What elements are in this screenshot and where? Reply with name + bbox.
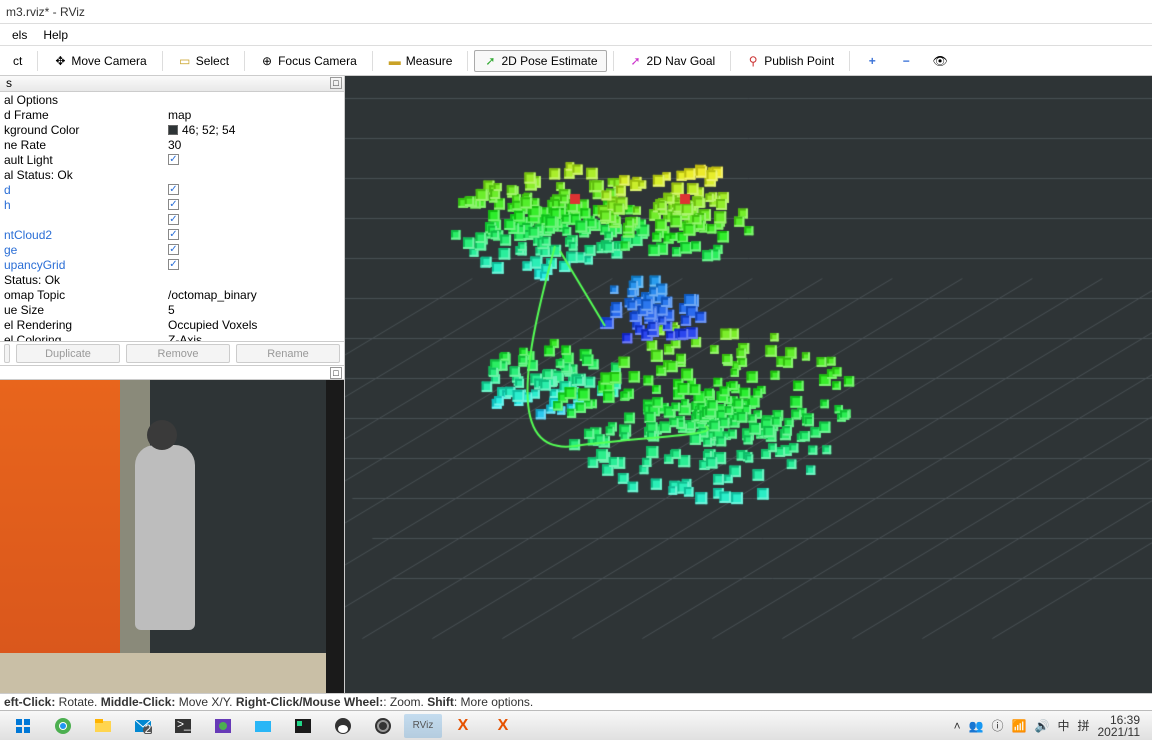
- prop-value[interactable]: /octomap_binary: [168, 288, 344, 302]
- remove-display-button[interactable]: Remove: [126, 344, 230, 363]
- checkbox[interactable]: ✓: [168, 244, 179, 255]
- rviz-icon[interactable]: RViz: [404, 714, 442, 738]
- explorer-icon[interactable]: [84, 714, 122, 738]
- clock[interactable]: 16:39 2021/11: [1098, 714, 1141, 738]
- focus-camera-button[interactable]: ⊕Focus Camera: [251, 50, 366, 72]
- app-icon[interactable]: [204, 714, 242, 738]
- obs-icon[interactable]: [364, 714, 402, 738]
- move-icon: ✥: [53, 54, 67, 68]
- measure-button[interactable]: ▬Measure: [379, 50, 462, 72]
- nav-goal-button[interactable]: ➚2D Nav Goal: [620, 50, 725, 72]
- menu-panels[interactable]: els: [4, 26, 35, 44]
- close-icon[interactable]: □: [330, 367, 342, 379]
- pose-estimate-button[interactable]: ➚2D Pose Estimate: [474, 50, 606, 72]
- tray-chevron-icon[interactable]: ˄: [954, 719, 961, 733]
- svg-text:2: 2: [145, 722, 152, 734]
- publish-point-button[interactable]: ⚲Publish Point: [737, 50, 843, 72]
- prop-label: el Coloring: [4, 333, 168, 343]
- system-tray[interactable]: ˄ 👥 ⓘ 📶 🔊 中 拼 16:39 2021/11: [954, 714, 1148, 738]
- prop-label: al Options: [4, 93, 168, 107]
- chrome-icon[interactable]: [44, 714, 82, 738]
- status-bar: eft-Click: Rotate. Middle-Click: Move X/…: [0, 693, 1152, 710]
- prop-label: h: [4, 198, 168, 212]
- rename-button[interactable]: Rename: [236, 344, 340, 363]
- select-icon: ▭: [178, 54, 192, 68]
- prop-label: upancyGrid: [4, 258, 168, 272]
- prop-label: ntCloud2: [4, 228, 168, 242]
- window-title: m3.rviz* - RViz: [6, 5, 85, 19]
- pin-icon: ⚲: [746, 54, 760, 68]
- app-icon[interactable]: [244, 714, 282, 738]
- displays-panel: s □ al Options d Framemap kground Color4…: [0, 76, 345, 693]
- plus-icon: +: [865, 54, 879, 68]
- prop-value[interactable]: Occupied Voxels: [168, 318, 344, 332]
- eye-button[interactable]: 👁: [924, 50, 956, 72]
- checkbox[interactable]: ✓: [168, 184, 179, 195]
- pointcloud-render: [345, 76, 1152, 693]
- prop-label: ault Light: [4, 153, 168, 167]
- remove-button[interactable]: −: [890, 50, 922, 72]
- prop-label: al Status: Ok: [4, 168, 168, 182]
- duplicate-button[interactable]: Duplicate: [16, 344, 120, 363]
- menu-bar: els Help: [0, 24, 1152, 46]
- select-button[interactable]: ▭Select: [169, 50, 238, 72]
- focus-icon: ⊕: [260, 54, 274, 68]
- mail-icon[interactable]: 2: [124, 714, 162, 738]
- prop-label: el Rendering: [4, 318, 168, 332]
- checkbox[interactable]: ✓: [168, 229, 179, 240]
- prop-label: ne Rate: [4, 138, 168, 152]
- title-bar: m3.rviz* - RViz: [0, 0, 1152, 24]
- prop-label: d Frame: [4, 108, 168, 122]
- svg-text:>_: >_: [177, 718, 191, 731]
- prop-value[interactable]: 5: [168, 303, 344, 317]
- linux-icon[interactable]: [324, 714, 362, 738]
- close-icon[interactable]: □: [330, 77, 342, 89]
- prop-value[interactable]: 46; 52; 54: [168, 123, 344, 137]
- menu-help[interactable]: Help: [35, 26, 76, 44]
- prop-value[interactable]: 30: [168, 138, 344, 152]
- prop-value[interactable]: Z-Axis: [168, 333, 344, 343]
- interact-button[interactable]: ct: [4, 50, 31, 72]
- prop-label: Status: Ok: [4, 273, 168, 287]
- add-button[interactable]: +: [856, 50, 888, 72]
- start-button[interactable]: [4, 714, 42, 738]
- prop-label: ue Size: [4, 303, 168, 317]
- prop-label: ge: [4, 243, 168, 257]
- add-display-button[interactable]: [4, 344, 10, 363]
- pycharm-icon[interactable]: [284, 714, 322, 738]
- properties-tree[interactable]: al Options d Framemap kground Color46; 5…: [0, 92, 344, 342]
- eye-icon: 👁: [933, 54, 947, 68]
- checkbox[interactable]: ✓: [168, 154, 179, 165]
- arrow-icon: ➚: [483, 54, 497, 68]
- move-camera-button[interactable]: ✥Move Camera: [44, 50, 155, 72]
- color-swatch: [168, 125, 178, 135]
- ruler-icon: ▬: [388, 54, 402, 68]
- main-area: s □ al Options d Framemap kground Color4…: [0, 76, 1152, 693]
- minus-icon: −: [899, 54, 913, 68]
- checkbox[interactable]: ✓: [168, 214, 179, 225]
- prop-label: kground Color: [4, 123, 168, 137]
- panel-header: s □: [0, 76, 344, 92]
- 3d-viewport[interactable]: [345, 76, 1152, 693]
- toolbar: ct ✥Move Camera ▭Select ⊕Focus Camera ▬M…: [0, 46, 1152, 76]
- camera-image-panel[interactable]: [0, 380, 344, 693]
- tray-people-icon[interactable]: 👥: [969, 719, 984, 733]
- checkbox[interactable]: ✓: [168, 259, 179, 270]
- checkbox[interactable]: ✓: [168, 199, 179, 210]
- terminal-icon[interactable]: >_: [164, 714, 202, 738]
- x-icon[interactable]: X: [484, 714, 522, 738]
- x-icon[interactable]: X: [444, 714, 482, 738]
- prop-value[interactable]: map: [168, 108, 344, 122]
- tray-volume-icon[interactable]: 🔊: [1035, 719, 1050, 733]
- tray-wifi-icon[interactable]: 📶: [1012, 719, 1027, 733]
- taskbar: 2 >_ RViz X X ˄ 👥 ⓘ 📶 🔊 中 拼 16:39 2021/1…: [0, 710, 1152, 740]
- image-panel-header: □: [0, 366, 344, 380]
- prop-label: d: [4, 183, 168, 197]
- panel-buttons: Duplicate Remove Rename: [0, 342, 344, 366]
- prop-label: omap Topic: [4, 288, 168, 302]
- arrow-icon: ➚: [629, 54, 643, 68]
